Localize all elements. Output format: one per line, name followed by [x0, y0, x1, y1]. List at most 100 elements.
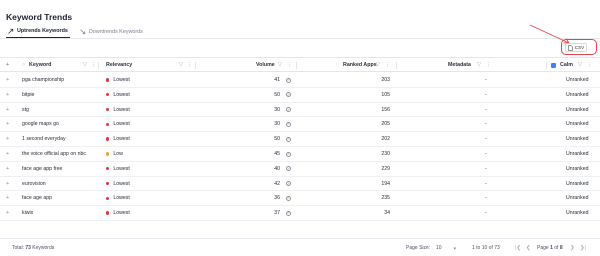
keyword-cell: kiwix — [22, 210, 34, 217]
volume-cell: 36 — [274, 195, 280, 202]
filter-icon[interactable]: ▽ — [575, 58, 582, 72]
expand-row-icon[interactable]: + — [6, 73, 9, 87]
table-row[interactable]: + pga championship Lowest 41 ✓ 203 - Unranked — [0, 73, 600, 88]
ranked-apps-cell: 156 — [381, 106, 390, 113]
last-page-icon[interactable]: ❯| — [580, 240, 586, 256]
calm-app-icon — [551, 62, 556, 68]
ranked-apps-cell: 229 — [381, 165, 390, 172]
volume-cell: 40 — [274, 165, 280, 172]
csv-export-button[interactable]: CSV — [565, 43, 587, 52]
expand-row-icon[interactable]: + — [6, 162, 9, 176]
volume-check-icon[interactable]: ✓ — [283, 73, 291, 87]
first-page-icon[interactable]: |❮ — [515, 240, 521, 256]
expand-all-icon[interactable]: + — [6, 58, 9, 72]
ranked-apps-cell: 105 — [381, 91, 390, 98]
expand-row-icon[interactable]: + — [6, 191, 9, 205]
filter-icon[interactable]: ▽ — [474, 58, 481, 72]
volume-check-icon[interactable]: ✓ — [283, 206, 291, 220]
calm-rank-cell: Unranked — [566, 151, 589, 157]
expand-row-icon[interactable]: + — [6, 103, 9, 117]
header-volume[interactable]: Volume — [256, 58, 275, 72]
tab-label: Downtrends Keywords — [88, 28, 143, 35]
filter-icon[interactable]: ▽ — [176, 58, 183, 72]
tab-uptrends[interactable]: Uptrends Keywords — [6, 27, 70, 38]
column-menu-icon[interactable]: ⋮ — [382, 58, 390, 72]
filter-icon[interactable]: ▽ — [373, 58, 380, 72]
column-separator[interactable] — [396, 62, 397, 69]
header-calm[interactable]: Calm — [551, 58, 573, 72]
caret-down-icon: ▼ — [452, 245, 457, 251]
volume-check-icon[interactable]: ✓ — [283, 191, 291, 205]
column-menu-icon[interactable]: ⋮ — [88, 58, 96, 72]
metadata-cell: - — [485, 195, 487, 202]
table-row[interactable]: + kiwix Lowest 37 ✓ 34 - Unranked — [0, 206, 600, 221]
header-relevancy[interactable]: Relevancy — [106, 58, 132, 72]
keyword-cell: bitpie — [22, 91, 35, 98]
relevancy-dot — [106, 152, 110, 156]
column-menu-icon[interactable]: ⋮ — [483, 58, 491, 72]
expand-row-icon[interactable]: + — [6, 132, 9, 146]
volume-check-icon[interactable]: ✓ — [283, 147, 291, 161]
column-separator[interactable] — [296, 62, 297, 69]
volume-check-icon[interactable]: ✓ — [283, 117, 291, 131]
calm-rank-cell: Unranked — [566, 210, 589, 217]
relevancy-cell: Lowest — [106, 88, 130, 102]
volume-check-icon[interactable]: ✓ — [283, 162, 291, 176]
relevancy-cell: Lowest — [106, 177, 130, 191]
table-footer: Total: 73 Keywords Page Size: 10 ▼ 1 to … — [0, 240, 600, 256]
table-row[interactable]: + eurovision Lowest 42 ✓ 194 - Unranked — [0, 177, 600, 192]
total-count: Total: 73 Keywords — [12, 245, 55, 251]
tab-downtrends[interactable]: Downtrends Keywords — [78, 27, 145, 38]
volume-check-icon[interactable]: ✓ — [283, 103, 291, 117]
column-menu-icon[interactable]: ⋮ — [284, 58, 292, 72]
page-size-select[interactable]: 10 ▼ — [436, 240, 457, 256]
table-row[interactable]: + face age app free Lowest 40 ✓ 229 - Unranked — [0, 162, 600, 177]
expand-row-icon[interactable]: + — [6, 206, 9, 220]
volume-check-icon[interactable]: ✓ — [283, 88, 291, 102]
ranked-apps-cell: 194 — [381, 180, 390, 187]
table-row[interactable]: + face age app Lowest 36 ✓ 235 - Unranked — [0, 191, 600, 207]
expand-row-icon[interactable]: + — [6, 88, 9, 102]
keyword-cell: face age app — [22, 195, 52, 202]
column-menu-icon[interactable]: ⋮ — [584, 58, 592, 72]
tab-divider — [0, 38, 600, 39]
column-menu-icon[interactable]: ⋮ — [184, 58, 192, 72]
header-keyword[interactable]: ○ Keyword — [22, 58, 51, 72]
relevancy-dot — [106, 181, 110, 186]
expand-row-icon[interactable]: + — [6, 177, 9, 191]
metadata-cell: - — [485, 165, 487, 172]
table-row[interactable]: + the voice official app on nbc Low 45 ✓ 230 -… — [0, 147, 600, 162]
filter-icon[interactable]: ▽ — [275, 58, 282, 72]
metadata-cell: - — [485, 77, 487, 83]
expand-row-icon[interactable]: + — [6, 147, 9, 161]
table-row[interactable]: + bitpie Lowest 50 ✓ 105 - Unranked — [0, 88, 600, 103]
relevancy-cell: Lowest — [106, 191, 130, 205]
table-row[interactable]: + stg Lowest 30 ✓ 156 - Unranked — [0, 103, 600, 118]
calm-rank-cell: Unranked — [566, 77, 589, 83]
column-separator[interactable] — [546, 62, 547, 69]
table-row[interactable]: +1 second everyday Lowest 50 ✓ 202 - Unranked — [0, 132, 600, 147]
keyword-cell: eurovision — [22, 180, 46, 187]
relevancy-cell: Lowest — [106, 103, 130, 117]
volume-cell: 41 — [274, 77, 280, 83]
relevancy-cell: Lowest — [106, 117, 130, 131]
relevancy-cell: Lowest — [106, 206, 130, 220]
ranked-apps-cell: 202 — [381, 136, 390, 143]
expand-row-icon[interactable]: + — [6, 117, 9, 131]
volume-cell: 50 — [274, 91, 280, 98]
column-separator[interactable] — [98, 62, 99, 69]
table-header: + ○ Keyword ▽ ⋮ Relevancy ▽ ⋮ Volume ▽ ⋮… — [0, 58, 600, 72]
volume-check-icon[interactable]: ✓ — [283, 177, 291, 191]
previous-page-icon[interactable]: ❮ — [526, 240, 531, 256]
next-page-icon[interactable]: ❯ — [570, 240, 575, 256]
header-metadata[interactable]: Metadata — [448, 58, 471, 72]
table-row[interactable]: + google maps go Lowest 30 ✓ 205 - Unranked — [0, 117, 600, 133]
column-separator[interactable] — [195, 62, 196, 69]
relevancy-cell: Lowest — [106, 132, 130, 146]
volume-cell: 37 — [274, 210, 280, 217]
header-ranked-apps[interactable]: Ranked Apps — [343, 58, 377, 72]
file-icon — [568, 44, 573, 51]
volume-check-icon[interactable]: ✓ — [283, 132, 291, 146]
ranked-apps-cell: 205 — [381, 121, 390, 128]
filter-icon[interactable]: ▽ — [80, 58, 87, 72]
